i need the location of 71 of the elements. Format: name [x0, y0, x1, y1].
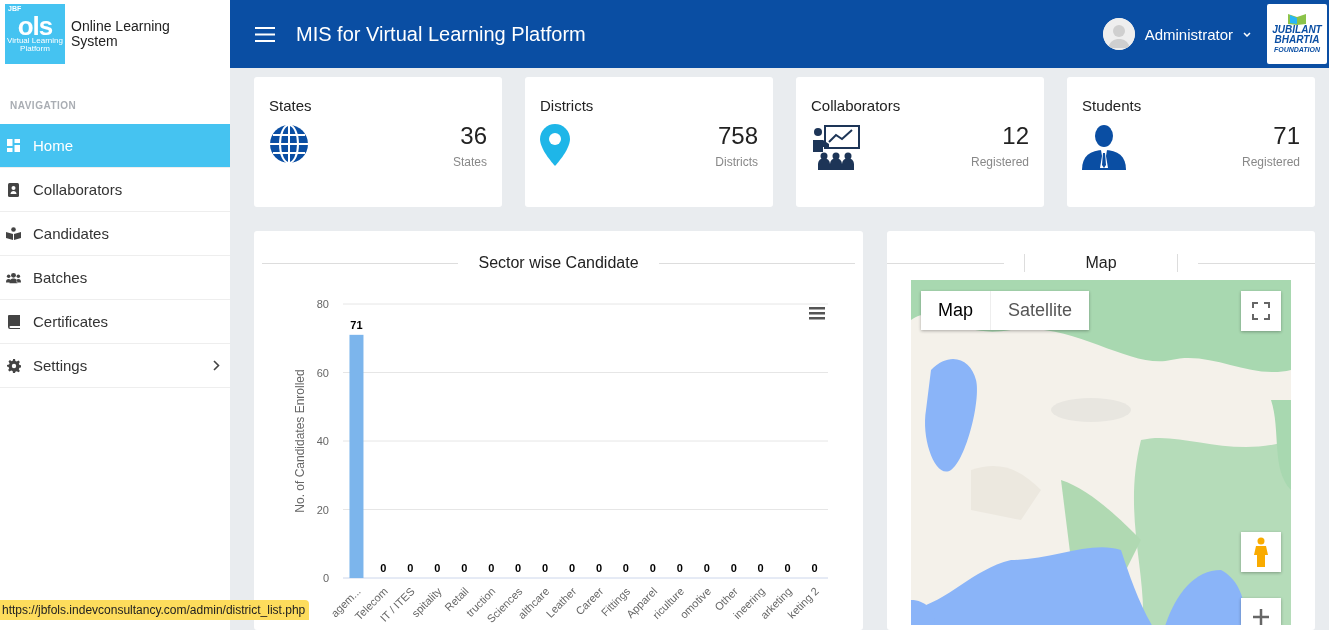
y-tick-label: 40	[316, 435, 329, 447]
data-label: 71	[350, 318, 363, 331]
page-title: MIS for Virtual Learning Platform	[296, 22, 587, 46]
book-icon	[7, 314, 20, 329]
status-url: https://jbfols.indevconsultancy.com/admin/district_list.php	[0, 600, 310, 620]
user-menu[interactable]: Administrator	[1144, 25, 1233, 43]
data-label: 0	[730, 562, 737, 574]
y-tick-label: 0	[322, 572, 329, 584]
data-label: 0	[542, 562, 549, 574]
stat-title: Students	[1082, 97, 1143, 114]
globe-icon	[269, 124, 309, 164]
stat-caption: Districts	[715, 155, 758, 169]
contact-book-icon	[8, 182, 19, 197]
data-label: 0	[784, 562, 791, 574]
sidebar-item[interactable]: Settings	[0, 344, 230, 388]
stat-caption: Registered	[970, 155, 1029, 169]
person-icon	[1254, 537, 1268, 567]
sidebar-item[interactable]: Candidates	[0, 212, 230, 256]
stat-value: 36	[460, 122, 487, 150]
map-type-tab[interactable]: Map	[921, 291, 991, 330]
users-icon	[6, 271, 21, 284]
map-title: Map	[1024, 254, 1178, 272]
stat-title: Collaborators	[811, 97, 902, 114]
location-pin-icon	[540, 124, 570, 166]
stat-title: States	[269, 97, 313, 114]
menu-icon[interactable]	[809, 307, 825, 320]
y-axis-title: No. of Candidates Enrolled	[293, 369, 307, 513]
stat-value: 758	[717, 122, 758, 150]
stat-value: 71	[1273, 122, 1300, 150]
data-label: 0	[676, 562, 683, 574]
zoom-in-button[interactable]	[1241, 598, 1281, 625]
stat-title: Districts	[540, 97, 595, 114]
person-icon	[1082, 124, 1126, 170]
app-name: Online Learning System	[71, 19, 171, 49]
data-label: 0	[407, 562, 414, 574]
data-label: 0	[461, 562, 468, 574]
open-book-icon	[6, 227, 21, 240]
data-label: 0	[703, 562, 710, 574]
y-tick-label: 20	[316, 503, 329, 516]
chart-title: Sector wise Candidate	[478, 254, 639, 272]
chevron-down-icon[interactable]	[1243, 31, 1251, 37]
settings-icon	[6, 358, 21, 373]
data-label: 0	[488, 562, 495, 574]
menu-icon[interactable]	[255, 26, 275, 42]
data-label: 0	[434, 562, 441, 574]
sidebar-item[interactable]: Batches	[0, 256, 230, 300]
nav-section-label: NAVIGATION	[9, 99, 78, 113]
sidebar-item[interactable]: Collaborators	[0, 168, 230, 212]
y-tick-label: 60	[316, 366, 329, 379]
data-label: 0	[595, 562, 603, 574]
data-label: 0	[811, 562, 818, 574]
logo-wordmark: ols	[17, 15, 53, 37]
presentation-drawing	[811, 124, 861, 170]
fullscreen-button[interactable]	[1241, 291, 1281, 331]
data-label: 0	[622, 562, 629, 574]
avatar-icon[interactable]	[1102, 18, 1135, 50]
y-tick-label: 80	[316, 298, 329, 310]
data-label: 0	[757, 562, 764, 574]
fullscreen-icon	[1252, 302, 1270, 320]
map-type-tab[interactable]: Satellite	[991, 291, 1090, 330]
plus-icon	[1253, 609, 1269, 625]
stat-caption: Registered	[1241, 155, 1300, 169]
data-label: 0	[568, 562, 576, 574]
data-label: 0	[649, 562, 656, 574]
data-label: 0	[380, 562, 387, 574]
logo-tagline: Virtual Learning Platform	[6, 37, 64, 53]
stat-caption: States	[452, 155, 487, 169]
stat-value: 12	[1002, 122, 1029, 150]
dashboard-icon	[7, 139, 20, 152]
sidebar-item[interactable]: Certificates	[0, 300, 230, 344]
data-label: 0	[515, 562, 522, 574]
